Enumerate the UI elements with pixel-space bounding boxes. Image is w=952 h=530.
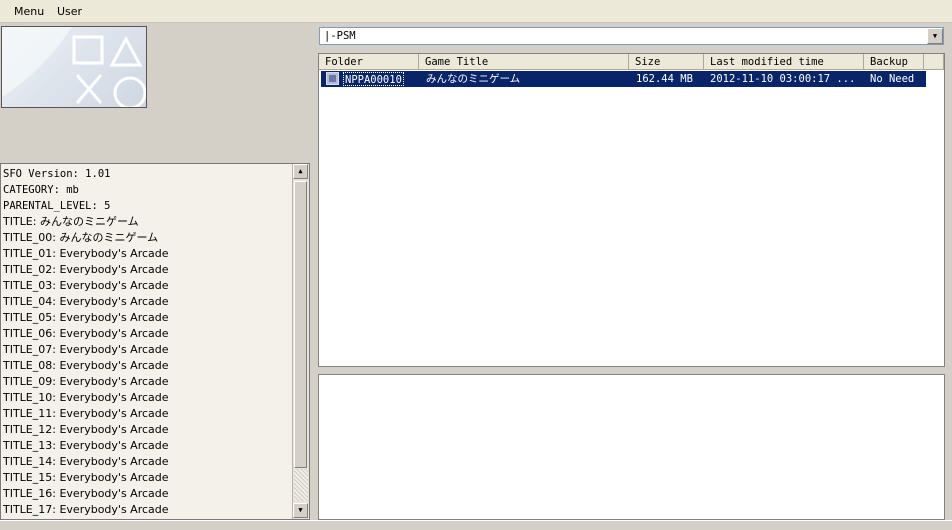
game-icon-thumbnail bbox=[1, 26, 147, 108]
sfo-line: TITLE_15: Everybody's Arcade bbox=[3, 471, 169, 484]
sfo-line: TITLE_03: Everybody's Arcade bbox=[3, 279, 169, 292]
sfo-vertical-scrollbar[interactable]: ▲ ▼ bbox=[292, 164, 309, 519]
sfo-line: TITLE_16: Everybody's Arcade bbox=[3, 487, 169, 500]
column-header-folder[interactable]: Folder bbox=[319, 54, 419, 70]
folder-cell: NPPA00010 bbox=[343, 72, 404, 86]
category-filter-value: |-PSM bbox=[324, 30, 356, 42]
sfo-line: TITLE_14: Everybody's Arcade bbox=[3, 455, 169, 468]
menu-bar: Menu User bbox=[0, 0, 952, 23]
game-list[interactable]: Folder Game Title Size Last modified tim… bbox=[318, 53, 945, 367]
menu-menu[interactable]: Menu bbox=[14, 5, 44, 18]
chevron-down-icon[interactable]: ▼ bbox=[927, 28, 943, 44]
sfo-line: TITLE_11: Everybody's Arcade bbox=[3, 407, 169, 420]
sfo-line: TITLE: みんなのミニゲーム bbox=[3, 215, 139, 228]
sfo-line: TITLE_06: Everybody's Arcade bbox=[3, 327, 169, 340]
scrollbar-thumb[interactable] bbox=[294, 181, 307, 468]
column-header-filler bbox=[924, 54, 944, 70]
sfo-line: PARENTAL_LEVEL: 5 bbox=[3, 200, 111, 212]
sfo-line: TITLE_04: Everybody's Arcade bbox=[3, 295, 169, 308]
sfo-line: TITLE_05: Everybody's Arcade bbox=[3, 311, 169, 324]
sfo-line: TITLE_08: Everybody's Arcade bbox=[3, 359, 169, 372]
scroll-up-arrow-icon[interactable]: ▲ bbox=[293, 164, 308, 179]
game-title-cell: みんなのミニゲーム bbox=[426, 73, 521, 85]
sfo-line: TITLE_17: Everybody's Arcade bbox=[3, 503, 169, 516]
column-header-game-title[interactable]: Game Title bbox=[419, 54, 629, 70]
scrollbar-track[interactable] bbox=[294, 469, 308, 501]
scroll-down-arrow-icon[interactable]: ▼ bbox=[293, 503, 308, 518]
column-header-backup[interactable]: Backup bbox=[864, 54, 924, 70]
row-checkbox[interactable] bbox=[326, 72, 339, 85]
sfo-line: TITLE_10: Everybody's Arcade bbox=[3, 391, 169, 404]
sfo-line: SFO Version: 1.01 bbox=[3, 168, 111, 180]
game-list-header: Folder Game Title Size Last modified tim… bbox=[319, 54, 944, 70]
sfo-line: CATEGORY: mb bbox=[3, 184, 79, 196]
category-filter-select[interactable]: |-PSM ▼ bbox=[319, 27, 944, 45]
table-row[interactable]: NPPA00010 みんなのミニゲーム 162.44 MB 2012-11-10… bbox=[321, 71, 926, 87]
size-cell: 162.44 MB bbox=[636, 73, 693, 85]
column-header-last-modified[interactable]: Last modified time bbox=[704, 54, 864, 70]
sfo-info-panel[interactable]: SFO Version: 1.01 CATEGORY: mb PARENTAL_… bbox=[0, 163, 310, 520]
detail-panel[interactable] bbox=[318, 374, 945, 520]
playstation-shapes-icon bbox=[2, 27, 146, 107]
sfo-line: TITLE_12: Everybody's Arcade bbox=[3, 423, 169, 436]
modified-cell: 2012-11-10 03:00:17 ... bbox=[710, 73, 856, 85]
backup-cell: No Need bbox=[870, 73, 915, 85]
sfo-line: TITLE_13: Everybody's Arcade bbox=[3, 439, 169, 452]
sfo-line: TITLE_07: Everybody's Arcade bbox=[3, 343, 169, 356]
sfo-line: TITLE_00: みんなのミニゲーム bbox=[3, 231, 159, 244]
column-header-size[interactable]: Size bbox=[629, 54, 704, 70]
sfo-line: TITLE_09: Everybody's Arcade bbox=[3, 375, 169, 388]
menu-user[interactable]: User bbox=[57, 5, 82, 18]
sfo-line: TITLE_01: Everybody's Arcade bbox=[3, 247, 169, 260]
sfo-line: TITLE_02: Everybody's Arcade bbox=[3, 263, 169, 276]
